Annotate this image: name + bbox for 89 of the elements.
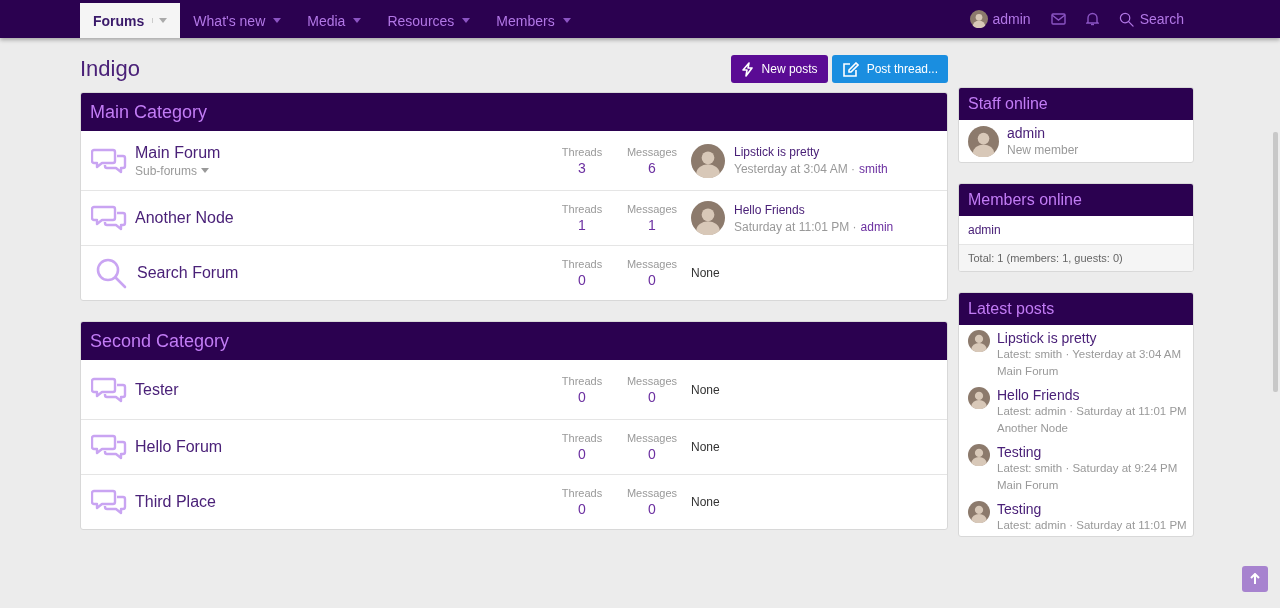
no-latest-post: None	[691, 440, 720, 454]
edit-icon	[841, 61, 859, 77]
nav-tab[interactable]: Forums	[80, 3, 181, 38]
post-title[interactable]: Hello Friends	[997, 387, 1187, 403]
caret-icon	[562, 18, 571, 23]
widget-header: Staff online	[959, 88, 1193, 120]
widget-header: Members online	[959, 184, 1193, 216]
stat-value: 0	[578, 388, 586, 405]
nav-tab[interactable]: Resources	[374, 3, 484, 38]
arrow-up-icon	[1249, 573, 1261, 585]
chat-bubbles-icon	[91, 488, 127, 516]
stat-label: Threads	[561, 374, 603, 387]
envelope-icon[interactable]	[1050, 13, 1066, 25]
search-link[interactable]: Search	[1108, 0, 1194, 38]
stat-label: Messages	[626, 432, 678, 444]
stat-label: Messages	[626, 374, 678, 387]
search-forum-icon	[95, 257, 127, 289]
stat-label: Threads	[561, 203, 603, 215]
stat-value: 1	[648, 217, 656, 233]
post-meta: Latest: smith · Yesterday at 3:04 AM	[997, 347, 1182, 362]
page-title: Indigo	[80, 56, 141, 82]
forum-title[interactable]: Third Place	[135, 493, 547, 511]
stat-label: Threads	[561, 487, 603, 499]
new-posts-button[interactable]: New posts	[730, 55, 828, 83]
chat-bubbles-icon	[91, 146, 127, 175]
latest-user[interactable]: admin	[860, 219, 894, 234]
scrollbar[interactable]	[1273, 132, 1278, 392]
stat-value: 0	[648, 446, 656, 462]
user-menu[interactable]: admin	[959, 0, 1041, 38]
forum-title[interactable]: Search Forum	[137, 264, 547, 282]
stat-value: 3	[578, 159, 586, 176]
caret-icon	[462, 18, 471, 23]
post-title[interactable]: Testing	[997, 501, 1187, 517]
chat-bubbles-icon	[91, 375, 127, 404]
post-title[interactable]: Testing	[997, 444, 1178, 460]
stat-value: 0	[578, 272, 586, 288]
nav-tab[interactable]: Members	[483, 3, 584, 38]
stat-label: Messages	[626, 145, 678, 158]
post-meta: Latest: admin · Saturday at 11:01 PM	[997, 518, 1187, 533]
stat-label: Messages	[626, 203, 678, 215]
stat-value: 0	[578, 446, 586, 462]
stat-value: 0	[648, 388, 656, 405]
category-header[interactable]: Main Category	[81, 93, 947, 131]
forum-title[interactable]: Hello Forum	[135, 438, 547, 456]
member-name[interactable]: admin	[1007, 125, 1079, 141]
no-latest-post: None	[691, 495, 720, 509]
member-name[interactable]: admin	[968, 223, 1001, 237]
caret-icon	[152, 18, 168, 23]
stat-label: Messages	[626, 258, 678, 270]
latest-time: Saturday at 11:01 PM ·	[734, 219, 857, 234]
stat-value: 0	[648, 272, 656, 288]
back-to-top-button[interactable]	[1242, 566, 1268, 592]
latest-thread-title[interactable]: Lipstick is pretty	[734, 145, 888, 159]
search-icon	[1118, 11, 1134, 27]
username[interactable]: admin	[992, 11, 1031, 27]
forum-title[interactable]: Main Forum	[135, 143, 547, 162]
stat-label: Threads	[561, 145, 603, 158]
chat-bubbles-icon	[91, 204, 127, 232]
stat-value: 0	[648, 501, 656, 517]
online-total: Total: 1 (members: 1, guests: 0)	[959, 244, 1193, 271]
chat-bubbles-icon	[91, 433, 127, 461]
forum-title[interactable]: Tester	[135, 380, 547, 399]
caret-icon	[353, 18, 362, 23]
latest-time: Yesterday at 3:04 AM ·	[734, 162, 855, 176]
stat-label: Threads	[561, 432, 603, 444]
widget-header: Latest posts	[959, 293, 1193, 325]
post-thread-button[interactable]: Post thread...	[831, 55, 948, 83]
latest-thread-title[interactable]: Hello Friends	[734, 202, 894, 217]
no-latest-post: None	[691, 266, 720, 280]
caret-icon	[201, 168, 210, 173]
stat-value: 6	[648, 159, 656, 176]
stat-label: Messages	[626, 487, 678, 499]
no-latest-post: None	[691, 382, 720, 397]
stat-value: 0	[578, 501, 586, 517]
stat-label: Threads	[561, 258, 603, 270]
latest-user[interactable]: smith	[859, 162, 888, 176]
post-meta: Latest: admin · Saturday at 11:01 PM	[997, 404, 1187, 419]
forum-title[interactable]: Another Node	[135, 209, 547, 227]
member-role: New member	[1007, 143, 1079, 157]
post-title[interactable]: Lipstick is pretty	[997, 330, 1182, 346]
post-meta: Latest: smith · Saturday at 9:24 PM	[997, 461, 1178, 476]
category-header[interactable]: Second Category	[81, 322, 947, 360]
nav-tab[interactable]: Media	[294, 3, 375, 38]
nav-tab[interactable]: What's new	[180, 3, 295, 38]
stat-value: 1	[578, 217, 586, 233]
avatar[interactable]	[969, 10, 988, 28]
bell-icon[interactable]	[1085, 12, 1099, 26]
caret-icon	[273, 18, 282, 23]
lightning-bolt-icon	[740, 61, 754, 77]
